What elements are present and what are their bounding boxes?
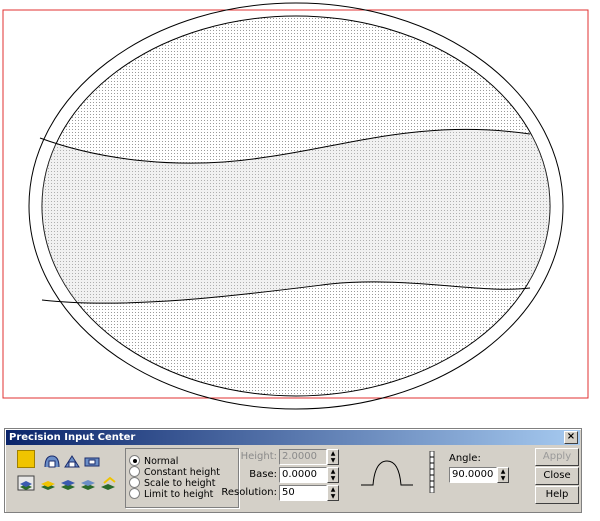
angle-spinner[interactable]: ▲ ▼: [497, 467, 509, 483]
radio-dot: [129, 488, 140, 499]
apply-button[interactable]: Apply: [535, 448, 579, 466]
precision-input-center-panel: Precision Input Center × Normal Constant…: [4, 428, 582, 513]
angle-field[interactable]: 90.0000: [449, 467, 497, 483]
radio-dot: [129, 455, 140, 466]
close-button[interactable]: Close: [535, 467, 579, 485]
base-spinner[interactable]: ▲ ▼: [327, 467, 339, 483]
color-swatch[interactable]: [17, 450, 35, 468]
panel-titlebar: Precision Input Center ×: [6, 430, 580, 445]
angle-label: Angle:: [449, 453, 481, 464]
resolution-label: Resolution:: [221, 487, 277, 498]
resolution-field[interactable]: 50: [279, 485, 327, 501]
height-field[interactable]: 2.0000: [279, 449, 327, 465]
base-label: Base:: [249, 469, 277, 480]
height-label: Height:: [240, 451, 277, 462]
profile-curve-preview: [361, 460, 413, 486]
drawing-canvas[interactable]: [0, 0, 600, 420]
resolution-spinner[interactable]: ▲ ▼: [327, 485, 339, 501]
layer-mode-2-icon[interactable]: [39, 475, 57, 491]
flat-profile-icon[interactable]: [83, 453, 101, 469]
height-slider[interactable]: [429, 451, 435, 493]
radio-dot: [129, 477, 140, 488]
close-icon[interactable]: ×: [564, 431, 578, 444]
peak-profile-icon[interactable]: [63, 453, 81, 469]
layer-mode-5-icon[interactable]: [99, 475, 117, 491]
layer-mode-4-icon[interactable]: [79, 475, 97, 491]
dome-profile-icon[interactable]: [43, 453, 61, 469]
layer-mode-3-icon[interactable]: [59, 475, 77, 491]
height-spinner[interactable]: ▲ ▼: [327, 449, 339, 465]
radio-dot: [129, 466, 140, 477]
base-field[interactable]: 0.0000: [279, 467, 327, 483]
panel-title: Precision Input Center: [9, 432, 136, 443]
help-button[interactable]: Help: [535, 486, 579, 504]
layer-mode-1-icon[interactable]: [17, 475, 35, 491]
